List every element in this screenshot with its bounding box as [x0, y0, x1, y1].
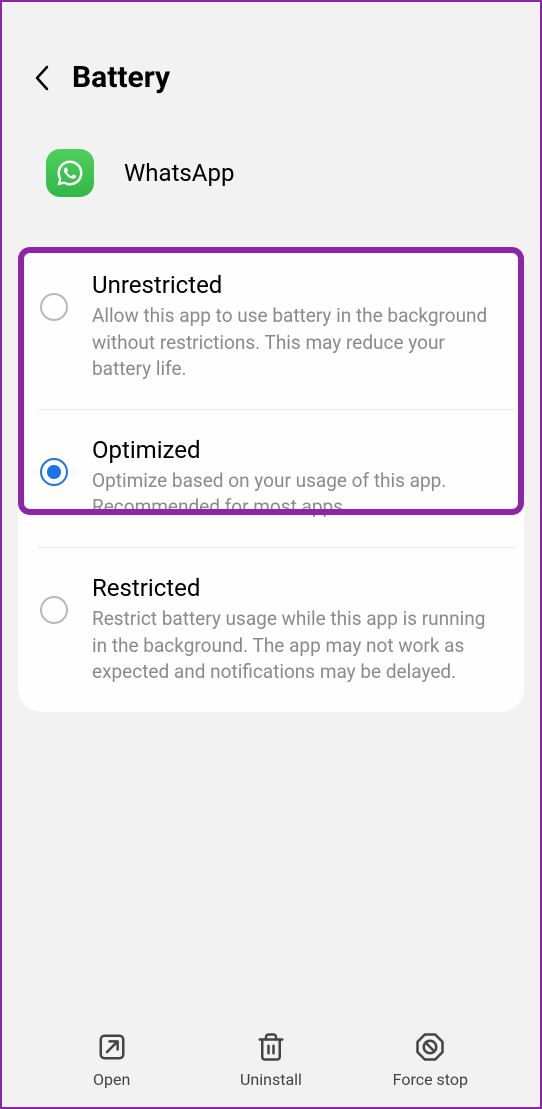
- option-desc: Optimize based on your usage of this app…: [92, 468, 494, 521]
- uninstall-button[interactable]: Uninstall: [191, 1032, 350, 1089]
- option-title: Unrestricted: [92, 271, 494, 299]
- header: Battery: [2, 2, 540, 115]
- option-restricted[interactable]: Restricted Restrict battery usage while …: [18, 548, 524, 712]
- whatsapp-icon: [46, 149, 94, 197]
- open-label: Open: [93, 1070, 130, 1089]
- option-text: Optimized Optimize based on your usage o…: [92, 436, 494, 521]
- force-stop-button[interactable]: Force stop: [351, 1032, 510, 1089]
- option-text: Restricted Restrict battery usage while …: [92, 574, 494, 686]
- open-icon: [97, 1032, 127, 1062]
- options-card: Unrestricted Allow this app to use batte…: [18, 247, 524, 712]
- trash-icon: [256, 1032, 286, 1062]
- force-stop-label: Force stop: [393, 1070, 468, 1089]
- radio-restricted[interactable]: [40, 596, 68, 624]
- option-title: Optimized: [92, 436, 494, 464]
- radio-unrestricted[interactable]: [40, 293, 68, 321]
- radio-optimized[interactable]: [40, 458, 68, 486]
- option-desc: Restrict battery usage while this app is…: [92, 606, 494, 686]
- option-text: Unrestricted Allow this app to use batte…: [92, 271, 494, 383]
- app-name: WhatsApp: [124, 159, 234, 187]
- option-optimized[interactable]: Optimized Optimize based on your usage o…: [18, 410, 524, 547]
- stop-icon: [415, 1032, 445, 1062]
- bottom-bar: Open Uninstall Force stop: [2, 1032, 540, 1089]
- option-unrestricted[interactable]: Unrestricted Allow this app to use batte…: [18, 247, 524, 409]
- open-button[interactable]: Open: [32, 1032, 191, 1089]
- back-icon[interactable]: [34, 65, 50, 91]
- uninstall-label: Uninstall: [240, 1070, 302, 1089]
- page-title: Battery: [72, 60, 170, 95]
- app-row: WhatsApp: [2, 115, 540, 237]
- option-desc: Allow this app to use battery in the bac…: [92, 303, 494, 383]
- option-title: Restricted: [92, 574, 494, 602]
